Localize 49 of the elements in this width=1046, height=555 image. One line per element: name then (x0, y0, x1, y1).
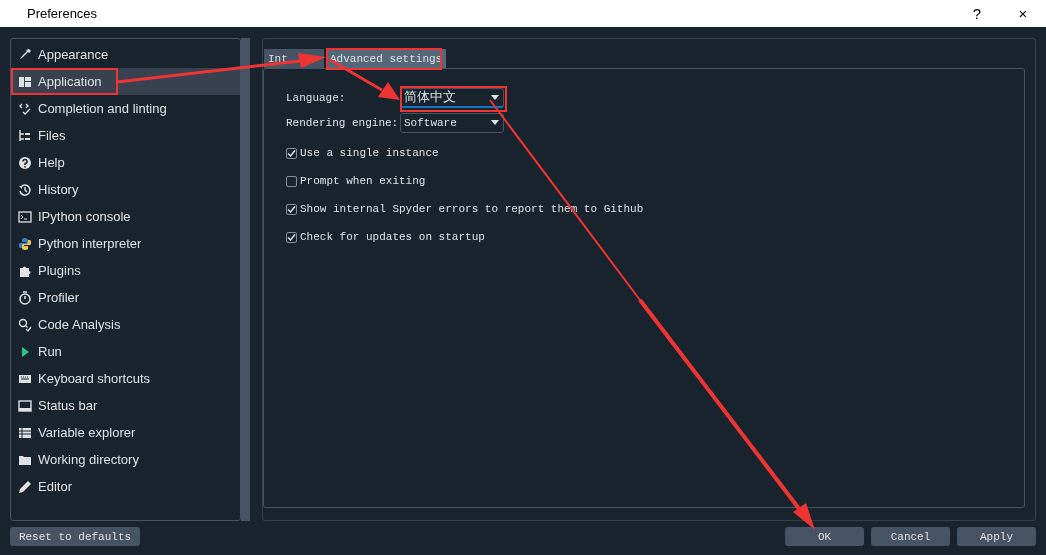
dropdown[interactable]: 简体中文 (400, 87, 504, 108)
terminal-icon (18, 209, 32, 224)
dialog-button[interactable]: Cancel (871, 527, 950, 546)
sidebar-item[interactable]: Editor (11, 473, 240, 500)
checkbox[interactable] (286, 203, 297, 215)
status-bar-icon (18, 398, 32, 413)
sidebar-item[interactable]: Code Analysis (11, 311, 240, 338)
checkbox[interactable] (286, 231, 297, 243)
checkbox-label: Check for updates on startup (300, 231, 485, 243)
sidebar-item[interactable]: Run (11, 338, 240, 365)
sidebar-item[interactable]: History (11, 176, 240, 203)
sidebar-item[interactable]: Python interpreter (11, 230, 240, 257)
sidebar-item[interactable]: Files (11, 122, 240, 149)
checkbox[interactable] (286, 147, 297, 159)
help-button[interactable]: ? (954, 5, 1000, 22)
dialog-button[interactable]: OK (785, 527, 864, 546)
tree-icon (18, 128, 32, 143)
checkbox[interactable] (286, 175, 297, 187)
sidebar-item[interactable]: Status bar (11, 392, 240, 419)
sidebar-item[interactable]: Plugins (11, 257, 240, 284)
sidebar-item[interactable]: IPython console (11, 203, 240, 230)
stopwatch-icon (18, 290, 32, 305)
sidebar-item[interactable]: Working directory (11, 446, 240, 473)
python-icon (18, 236, 32, 251)
sidebar-item[interactable]: Appearance (11, 41, 240, 68)
close-button[interactable]: × (1000, 5, 1046, 22)
field-label: Language: (286, 91, 347, 104)
history-icon (18, 182, 32, 197)
help-icon (18, 155, 32, 170)
reset-button[interactable]: Reset to defaults (10, 527, 140, 546)
scrollbar[interactable] (241, 38, 250, 521)
sidebar-item[interactable]: Profiler (11, 284, 240, 311)
caret-icon (491, 120, 499, 125)
table-icon (18, 425, 32, 440)
checkbox-label: Prompt when exiting (300, 175, 426, 187)
checkbox-label: Use a single instance (300, 147, 439, 159)
dialog-button[interactable]: Apply (957, 527, 1036, 546)
field-label: Rendering engine: (286, 116, 400, 129)
sidebar-item[interactable]: Completion and linting (11, 95, 240, 122)
sidebar-item[interactable]: Variable explorer (11, 419, 240, 446)
sidebar-item[interactable]: Help (11, 149, 240, 176)
layout-icon (18, 74, 32, 89)
dropdown[interactable]: Software (400, 112, 504, 133)
window-title: Preferences (27, 6, 99, 21)
pipette-icon (18, 47, 32, 62)
code-check-icon (18, 101, 32, 116)
sidebar-item[interactable]: Keyboard shortcuts (11, 365, 240, 392)
search-check-icon (18, 317, 32, 332)
pencil-icon (18, 479, 32, 494)
